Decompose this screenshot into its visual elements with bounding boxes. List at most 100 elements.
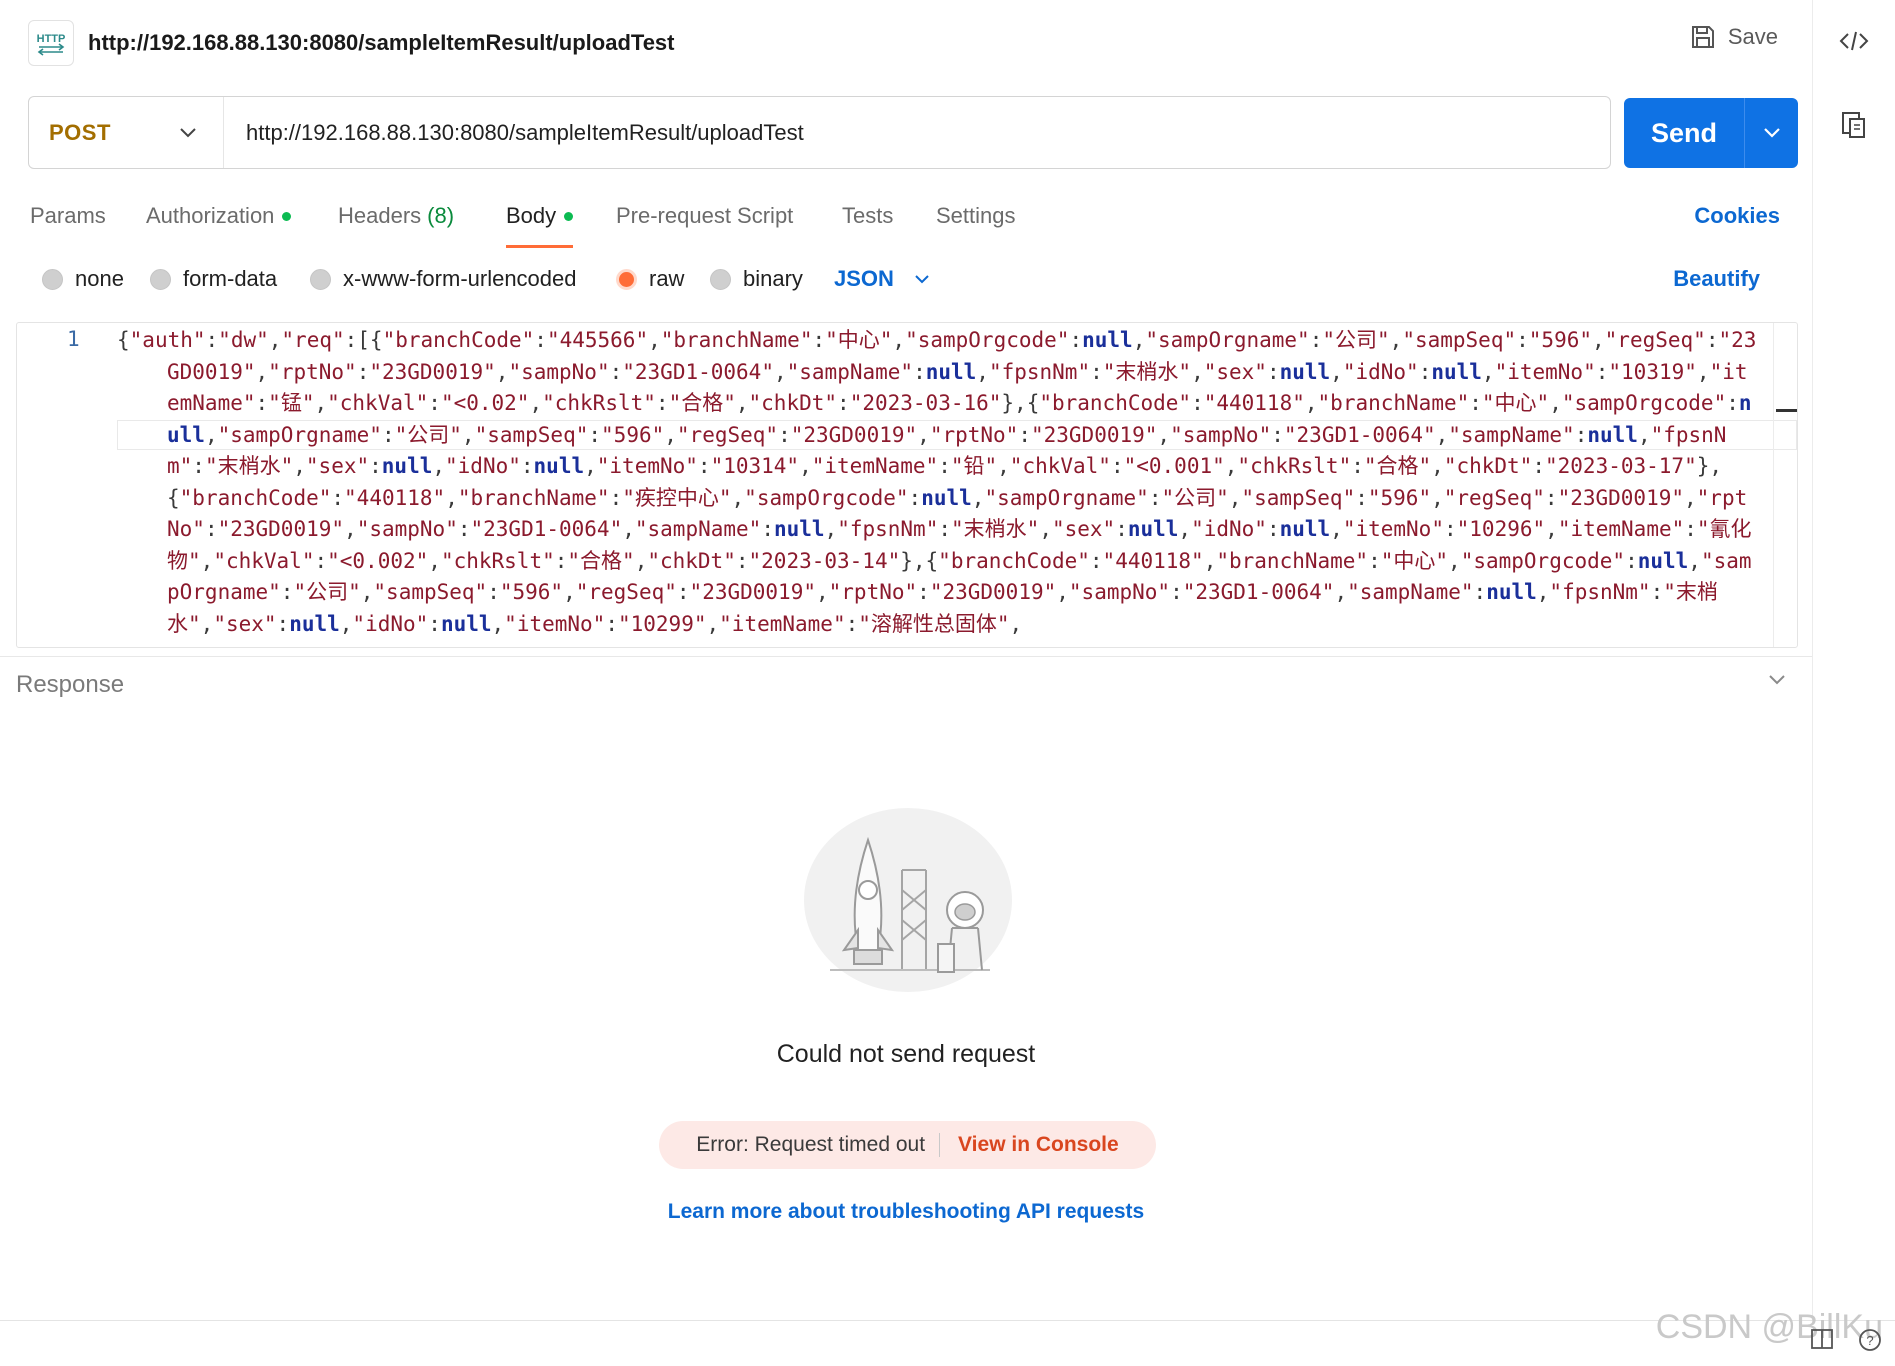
code-punctuation: : [1089,548,1103,573]
svg-text:?: ? [1866,1333,1873,1348]
documentation-button[interactable] [1833,104,1875,146]
radio-urlencoded[interactable]: x-www-form-urlencoded [310,256,577,302]
code-keyword: null [1082,328,1133,352]
radio-none[interactable]: none [42,256,124,302]
layout-icon[interactable] [1810,1328,1834,1355]
code-punctuation: : [1473,580,1487,604]
code-string: "公司" [293,580,361,604]
radio-circle [710,268,731,290]
send-options-button[interactable] [1744,98,1798,168]
request-title[interactable]: http://192.168.88.130:8080/sampleItemRes… [88,30,675,56]
chevron-down-icon [1769,675,1785,685]
code-punctuation: : [1191,391,1204,415]
code-punctuation: : [314,548,328,573]
code-string: "2023-03-17" [1545,454,1697,478]
tab-body[interactable]: Body [506,192,574,248]
code-punctuation: , [1481,359,1495,384]
code-punctuation: , [731,485,745,510]
code-string: "sampNo" [1068,580,1171,604]
code-punctuation: , [634,548,648,573]
code-string: "fpsnNm" [837,517,939,541]
code-keyword: null [1127,517,1179,541]
code-punctuation: , [200,611,214,636]
code-icon [1839,31,1869,51]
code-punctuation: : [534,328,547,352]
code-string: "末梢水" [1102,359,1192,384]
code-punctuation: , [495,359,509,384]
code-punctuation: : [1684,517,1697,541]
code-punctuation: : [913,359,926,384]
response-collapse-button[interactable] [1768,673,1786,691]
right-sidebar [1812,0,1895,1320]
code-string: "chkDt" [748,391,838,415]
code-string: "23GD1-0064" [1283,422,1436,447]
code-punctuation: : [735,548,749,573]
code-string: "sampName" [1448,422,1575,447]
code-string: "chkDt" [1443,454,1533,478]
code-string: "branchCode" [382,328,535,352]
radio-circle [310,268,331,290]
code-string: "sex" [1051,517,1116,541]
tab-params[interactable]: Params [30,192,106,240]
request-tabs: Params Authorization Headers (8) Body Pre… [30,192,1790,248]
code-string: "chkVal" [327,391,429,415]
code-string: "公司" [394,422,462,447]
radio-label: raw [649,266,685,291]
code-punctuation: , [1039,517,1052,541]
code-punctuation: : [917,580,930,604]
radio-form-data[interactable]: form-data [150,256,277,302]
code-punctuation: , [529,391,543,415]
method-select[interactable]: POST [29,97,224,168]
tab-headers[interactable]: Headers (8) [338,192,454,240]
code-string: "440118" [1203,391,1305,415]
headers-count: (8) [427,203,455,228]
tab-settings[interactable]: Settings [936,192,1016,240]
code-string: "<0.001" [1123,454,1225,478]
code-punctuation: , [563,580,576,604]
code-string: "疾控中心" [622,485,732,510]
tab-authorization[interactable]: Authorization [146,192,292,240]
code-string: "末梢水" [951,517,1040,541]
code-string: "<0.02" [440,391,530,415]
code-snippet-button[interactable] [1833,20,1875,62]
save-button[interactable]: Save [1690,24,1778,50]
code-string: "sampSeq" [1402,328,1517,352]
tab-prerequest-script[interactable]: Pre-request Script [616,192,793,240]
code-punctuation: , [1330,517,1343,541]
code-string: "596" [1528,328,1592,352]
editor-scrollbar[interactable] [1773,323,1797,647]
view-in-console-link[interactable]: View in Console [940,1133,1119,1157]
troubleshooting-link[interactable]: Learn more about troubleshooting API req… [0,1200,1812,1224]
code-punctuation: , [773,359,787,384]
cookies-link[interactable]: Cookies [1694,192,1780,240]
send-button[interactable]: Send [1624,98,1798,168]
help-icon[interactable]: ? [1858,1328,1882,1357]
beautify-link[interactable]: Beautify [1673,256,1760,302]
code-string: "branchName" [1216,548,1369,573]
code-string: "branchCode" [179,485,332,510]
code-punctuation: : [1595,359,1609,384]
code-string: "10299" [617,611,707,636]
code-string: "2023-03-14" [748,548,901,573]
url-input[interactable] [224,97,1610,168]
code-punctuation: : [1266,359,1280,384]
radio-raw[interactable]: raw [616,256,684,302]
code-punctuation: , [1224,454,1238,478]
url-bar: POST Send [28,96,1798,169]
body-editor[interactable]: 1 {"auth":"dw","req":[{"branchCode":"445… [16,322,1798,648]
code-content[interactable]: {"auth":"dw","req":[{"branchCode":"44556… [117,325,1757,640]
code-punctuation: : [697,454,711,478]
scrollbar-thumb[interactable] [1776,409,1797,412]
code-string: "sampOrgname" [217,422,382,447]
code-punctuation: , [1431,485,1444,510]
code-string: "23GD0019" [217,517,345,541]
code-string: "fpsnNm" [1549,580,1651,604]
code-punctuation: : [1418,359,1432,384]
format-select[interactable]: JSON [834,256,930,302]
code-punctuation: , [1431,454,1444,478]
code-punctuation: : [908,485,922,510]
http-icon: HTTP [28,20,74,66]
tab-tests[interactable]: Tests [842,192,893,240]
code-string: "23GD0019" [1557,485,1684,510]
radio-binary[interactable]: binary [710,256,803,302]
